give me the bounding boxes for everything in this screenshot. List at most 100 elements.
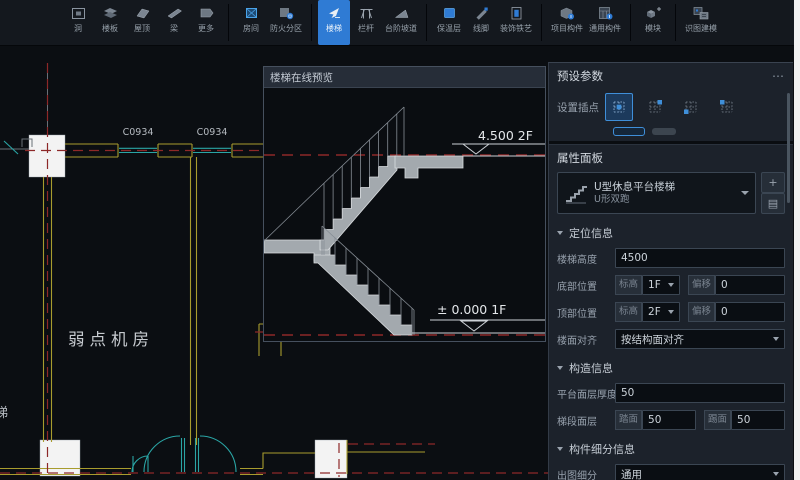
preview-title-bar[interactable]: 楼梯在线预览 [264,67,545,88]
toolbar-button-hole[interactable]: 洞 [62,0,94,45]
toolbar-divider [311,4,312,41]
window-tag-label: C0934 [123,127,154,138]
railing-icon [358,4,375,22]
bottom-level-select[interactable]: 1F [642,275,680,295]
stairs-icon [325,4,343,22]
orientation-option[interactable] [652,128,676,135]
detail-level-label: 出图细分 [557,467,615,480]
riser-prefix-chip: 踢面 [704,410,731,430]
chevron-down-icon [668,283,674,287]
floor-align-row: 楼面对齐 按结构面对齐 [557,329,785,349]
toolbar-button-roof[interactable]: 屋顶 [126,0,158,45]
more-icon [198,4,215,22]
window-door-lines [4,141,236,472]
insert-point-top-left-button[interactable] [713,93,741,121]
riser-input[interactable] [731,410,785,430]
ramp-icon [393,4,410,22]
stair-type-select[interactable]: U型休息平台楼梯 U形双跑 [557,172,756,214]
properties-header: 属性面板 [549,145,793,169]
decor-ironwork-icon [508,4,525,22]
top-level-select[interactable]: 2F [642,302,680,322]
top-offset-input[interactable] [715,302,785,322]
chevron-down-icon [773,337,779,341]
section-positioning[interactable]: 定位信息 [557,225,785,241]
preset-params-title: 预设参数 [557,68,603,84]
floor-align-select[interactable]: 按结构面对齐 [615,329,785,349]
toolbar-button-room[interactable]: 房间 [235,0,267,45]
toolbar-button-railing[interactable]: 栏杆 [350,0,382,45]
toolbar-divider [426,4,427,41]
section-positioning-title: 定位信息 [569,225,613,241]
orientation-option-selected[interactable] [613,127,645,136]
tread-input[interactable] [642,410,696,430]
toolbar-group-structure: 洞 楼板 屋顶 梁 更多 [58,0,226,45]
section-construction[interactable]: 构造信息 [557,360,785,376]
toolbar-divider [630,4,631,41]
toolbar-button-fire-zone[interactable]: 防火分区 [267,0,305,45]
clipped-room-label: 梯 [0,406,8,421]
toolbar-group-module: 模块 [633,0,673,45]
toolbar-button-slab[interactable]: 楼板 [94,0,126,45]
section-construction-title: 构造信息 [569,360,613,376]
section-subdivision-title: 构件细分信息 [569,441,635,457]
collapse-icon [557,366,563,370]
add-type-button[interactable]: + [761,172,785,193]
preview-title: 楼梯在线预览 [270,70,333,85]
toolbar-group-space: 房间 防火分区 [231,0,309,45]
toolbar-button-insulation[interactable]: 保温层 [433,0,465,45]
collapse-icon [557,447,563,451]
panel-scrollbar[interactable] [787,93,790,203]
stair-flights [264,156,463,335]
properties-panel: 预设参数 ⋯ 设置插点 属性面板 [548,62,793,480]
room-name-label: 弱点机房 [68,330,154,349]
module-icon [644,4,662,22]
chevron-down-icon [668,310,674,314]
bottom-offset-input[interactable] [715,275,785,295]
offset-prefix-chip: 偏移 [688,302,715,322]
bottom-position-row: 底部位置 标高 1F 偏移 [557,275,785,295]
toolbar-button-cad-modeling[interactable]: 识图建模 [682,0,720,45]
platform-thickness-input[interactable] [615,383,785,403]
toolbar-button-generic-component[interactable]: 通用构件 [586,0,624,45]
platform-thickness-row: 平台面层厚度 [557,383,785,403]
cad-modeling-icon [691,4,711,22]
insert-point-bottom-left-button[interactable] [677,93,705,121]
insert-point-top-right-button[interactable] [641,93,669,121]
orientation-row [549,123,793,136]
toolbar-spacer [0,0,58,45]
more-options-icon[interactable]: ⋯ [772,69,785,83]
toolbar-button-steps-ramp[interactable]: 台阶坡道 [382,0,420,45]
properties-title: 属性面板 [557,150,603,166]
top-toolbar: 洞 楼板 屋顶 梁 更多 [0,0,800,46]
toolbar-divider [228,4,229,41]
manage-type-button[interactable]: ▤ [761,193,785,214]
platform-thickness-label: 平台面层厚度 [557,386,615,401]
toolbar-group-stairs: 楼梯 栏杆 台阶坡道 [314,0,424,45]
hole-icon [70,4,87,22]
toolbar-button-molding[interactable]: 线脚 [465,0,497,45]
toolbar-button-decor-ironwork[interactable]: 装饰铁艺 [497,0,535,45]
column-block [40,440,80,476]
section-subdivision[interactable]: 构件细分信息 [557,441,785,457]
detail-level-select[interactable]: 通用 [615,464,785,480]
level-2f-label: 4.500 2F [478,128,533,143]
column-block [315,440,347,478]
insert-point-row: 设置插点 [549,87,793,123]
chevron-down-icon [773,472,779,476]
toolbar-button-module[interactable]: 模块 [637,0,669,45]
toolbar-button-stairs[interactable]: 楼梯 [318,0,350,45]
level-prefix-chip: 标高 [615,275,642,295]
toolbar-button-more[interactable]: 更多 [190,0,222,45]
toolbar-button-project-component[interactable]: 项目构件 [548,0,586,45]
insert-point-center-button[interactable] [605,93,633,121]
beam-icon [166,4,183,22]
detail-level-row: 出图细分 通用 [557,464,785,480]
stair-height-input[interactable] [615,248,785,268]
toolbar-button-beam[interactable]: 梁 [158,0,190,45]
level-prefix-chip: 标高 [615,302,642,322]
stair-type-icon [564,182,588,204]
stair-preview-window[interactable]: 楼梯在线预览 [263,66,546,342]
column-block [29,135,65,177]
slab-icon [102,4,119,22]
generic-component-icon [596,4,614,22]
